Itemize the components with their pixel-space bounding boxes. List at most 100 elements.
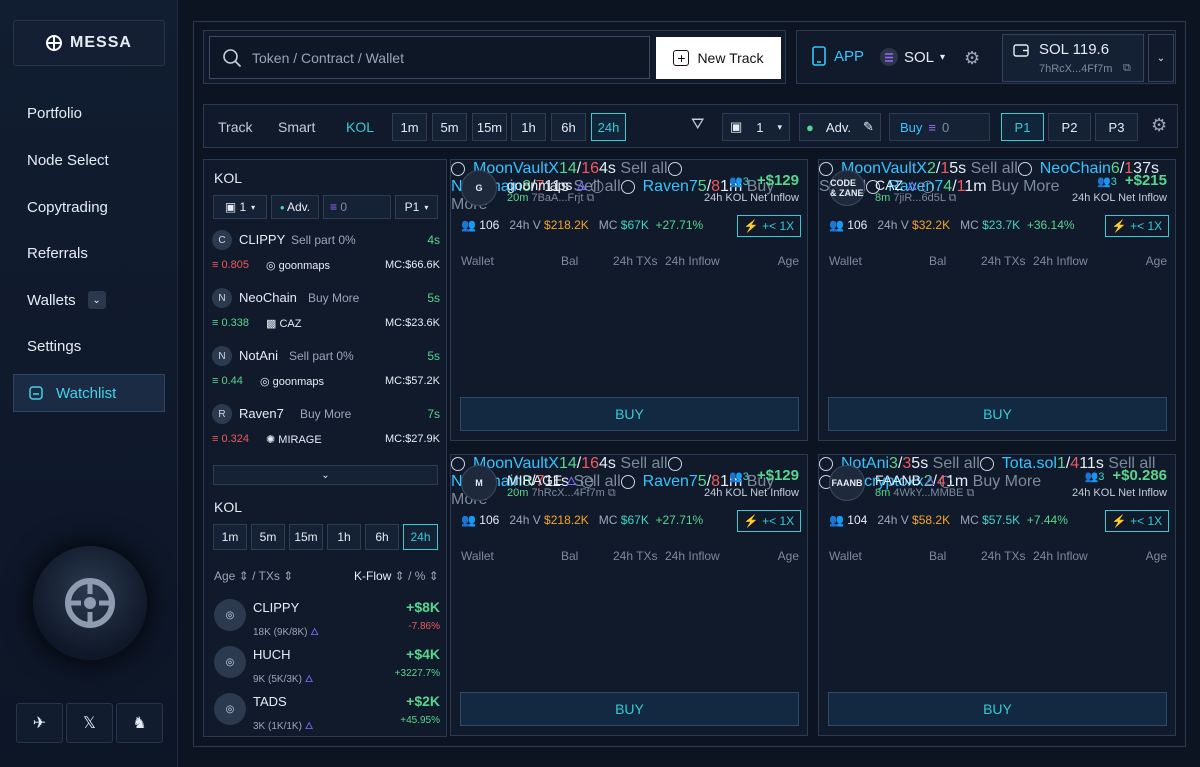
balance-dropdown[interactable]: ⌄ <box>1148 34 1174 82</box>
balance-box[interactable]: SOL 119.6 7hRcX...4Ff7m ⧉ <box>1002 34 1144 82</box>
mc-label: MC <box>960 218 979 232</box>
tf-6h[interactable]: 6h <box>551 113 586 141</box>
price-change: +36.14% <box>1026 218 1075 232</box>
filter-icon[interactable]: ⛛ <box>691 116 704 134</box>
adv-button[interactable]: ● Adv. ✎ <box>799 113 881 141</box>
tf-5m[interactable]: 5m <box>251 524 285 550</box>
chevron-down-icon[interactable]: ⌄ <box>87 291 106 309</box>
gear-icon[interactable]: ⚙ <box>1151 115 1167 136</box>
kol-flow-row[interactable]: ◎ CLIPPY 18K (9K/8K) 🜂 +$8K -7.86% <box>212 596 440 640</box>
brand-name: MESSA <box>70 34 132 51</box>
preset-p2[interactable]: P2 <box>1048 113 1091 141</box>
wolf-icon[interactable]: ♞ <box>116 703 163 743</box>
sort-kflow-pct[interactable]: K-Flow ⇕ / % ⇕ <box>354 569 439 583</box>
tf-15m[interactable]: 15m <box>472 113 507 141</box>
kol-name-text: FAANB <box>875 472 921 488</box>
nav-node-select[interactable]: Node Select <box>13 141 165 179</box>
amount-input[interactable]: ≡ 0 <box>323 195 391 219</box>
kol-avatar[interactable]: FAANB <box>829 465 865 501</box>
nav-watchlist[interactable]: Watchlist <box>13 374 165 412</box>
tf-1h[interactable]: 1h <box>511 113 546 141</box>
search-icon[interactable]: ◯ <box>581 474 594 488</box>
tf-15m[interactable]: 15m <box>289 524 323 550</box>
adv-button[interactable]: ● Adv. <box>271 195 319 219</box>
tf-24h[interactable]: 24h <box>403 524 438 550</box>
expand-button[interactable]: ⌄ <box>213 465 438 485</box>
copy-icon[interactable]: ⧉ <box>949 192 957 204</box>
fire-icon: 🜂 <box>576 179 587 193</box>
tf-1m[interactable]: 1m <box>213 524 247 550</box>
mc-label: MC <box>598 218 618 232</box>
tf-1m[interactable]: 1m <box>392 113 427 141</box>
nav-copytrading[interactable]: Copytrading <box>13 188 165 226</box>
tf-5m[interactable]: 5m <box>432 113 467 141</box>
buy-amount: 0 <box>942 119 950 135</box>
nav-wallets[interactable]: Wallets ⌄ <box>13 281 165 319</box>
copy-icon[interactable]: ⧉ <box>967 487 975 499</box>
kol-feed-row[interactable]: C CLIPPY Sell part 0% 4s ≡ 0.805 ◎ goonm… <box>212 226 440 282</box>
col-bal: Bal <box>561 549 579 563</box>
quick-buy-button[interactable]: ⚡ +< 1X <box>1105 510 1169 532</box>
sort-age-txs[interactable]: Age ⇕ / TXs ⇕ <box>214 569 293 583</box>
kol-feed-row[interactable]: R Raven7 Buy More 7s ≡ 0.324 ✺ MIRAGE MC… <box>212 400 440 456</box>
chain-selector[interactable]: SOL ▾ <box>880 48 945 66</box>
quick-buy-button[interactable]: ⚡ +< 1X <box>737 510 801 532</box>
kol-avatar[interactable]: M <box>461 465 497 501</box>
kol-feed-row[interactable]: N NotAni Sell part 0% 5s ≡ 0.44 ◎ goonma… <box>212 342 440 398</box>
copy-icon[interactable]: ⧉ <box>608 487 616 499</box>
tf-6h[interactable]: 6h <box>365 524 399 550</box>
buy-button[interactable]: BUY <box>828 692 1167 726</box>
copy-icon[interactable]: ⧉ <box>587 192 595 204</box>
kol-feed-row[interactable]: N NeoChain Buy More 5s ≡ 0.338 ▩ CAZ MC:… <box>212 284 440 340</box>
tf-24h[interactable]: 24h <box>591 113 626 141</box>
kol-flow-row[interactable]: ◎ TADS 3K (1K/1K) 🜂 +$2K +45.95% <box>212 690 440 734</box>
app-button[interactable]: APP <box>812 46 864 66</box>
quick-buy-button[interactable]: ⚡ +< 1X <box>1105 215 1169 237</box>
preset-p1[interactable]: P1 <box>1001 113 1044 141</box>
search-input[interactable]: Token / Contract / Wallet <box>209 36 650 79</box>
telegram-icon[interactable]: ✈ <box>16 703 63 743</box>
holders-icon: 👥 <box>461 513 476 527</box>
buy-button[interactable]: BUY <box>460 692 799 726</box>
sort-kflow-label: K-Flow <box>354 569 392 583</box>
search-icon[interactable]: ◯ <box>591 179 604 193</box>
buy-button[interactable]: BUY <box>460 397 799 431</box>
orb-button[interactable] <box>33 546 147 660</box>
nav-portfolio[interactable]: Portfolio <box>13 94 165 132</box>
wallet-count-select[interactable]: ▣ 1 ▾ <box>213 195 267 219</box>
nav-settings[interactable]: Settings <box>13 327 165 365</box>
gear-icon[interactable]: ⚙ <box>964 48 980 69</box>
tab-kol[interactable]: KOL <box>346 119 374 135</box>
col-bal: Bal <box>561 254 579 268</box>
kol-avatar[interactable]: CODE & ZANE <box>829 170 865 206</box>
new-track-button[interactable]: + New Track <box>656 37 781 79</box>
buy-amount-input[interactable]: Buy ≡ 0 <box>889 113 990 141</box>
action-label: Buy More <box>308 291 360 305</box>
copy-icon[interactable]: ⧉ <box>1123 62 1131 75</box>
x-icon[interactable]: 𝕏 <box>66 703 113 743</box>
quick-buy-button[interactable]: ⚡ +< 1X <box>737 215 801 237</box>
lightning-icon: ⚡ <box>1111 514 1131 528</box>
kol-avatar[interactable]: G <box>461 170 497 206</box>
token-avatar: N <box>212 346 232 366</box>
fire-icon: 🜂 <box>304 721 314 732</box>
preset-select[interactable]: P1 ▾ <box>395 195 438 219</box>
adv-label: Adv. <box>825 119 851 135</box>
preset-p3[interactable]: P3 <box>1095 113 1138 141</box>
token-txs: 9K (5K/3K) 🜂 <box>253 667 313 688</box>
tf-1h[interactable]: 1h <box>327 524 361 550</box>
search-icon[interactable]: ◯ <box>921 179 934 193</box>
tab-smart[interactable]: Smart <box>278 119 315 135</box>
tab-track[interactable]: Track <box>218 119 252 135</box>
net-inflow-label: 24h KOL Net Inflow <box>704 487 799 499</box>
search-icon[interactable]: ◯ <box>939 474 952 488</box>
brand-logo[interactable]: MESSA <box>13 20 165 66</box>
kol-flow-row[interactable]: ◎ HUCH 9K (5K/3K) 🜂 +$4K +3227.7% <box>212 643 440 687</box>
inflow-summary: 👥3 +$129 <box>729 467 799 484</box>
buy-button[interactable]: BUY <box>828 397 1167 431</box>
card-stats: 👥 104 24h V $58.2K MC $57.5K +7.44% <box>829 513 1068 527</box>
quick-buy-label: +< 1X <box>1130 514 1163 528</box>
nav-referrals[interactable]: Referrals <box>13 234 165 272</box>
source-kol-name: CAZ <box>279 318 302 330</box>
wallet-count-select[interactable]: ▣ 1 ▾ <box>722 113 790 141</box>
